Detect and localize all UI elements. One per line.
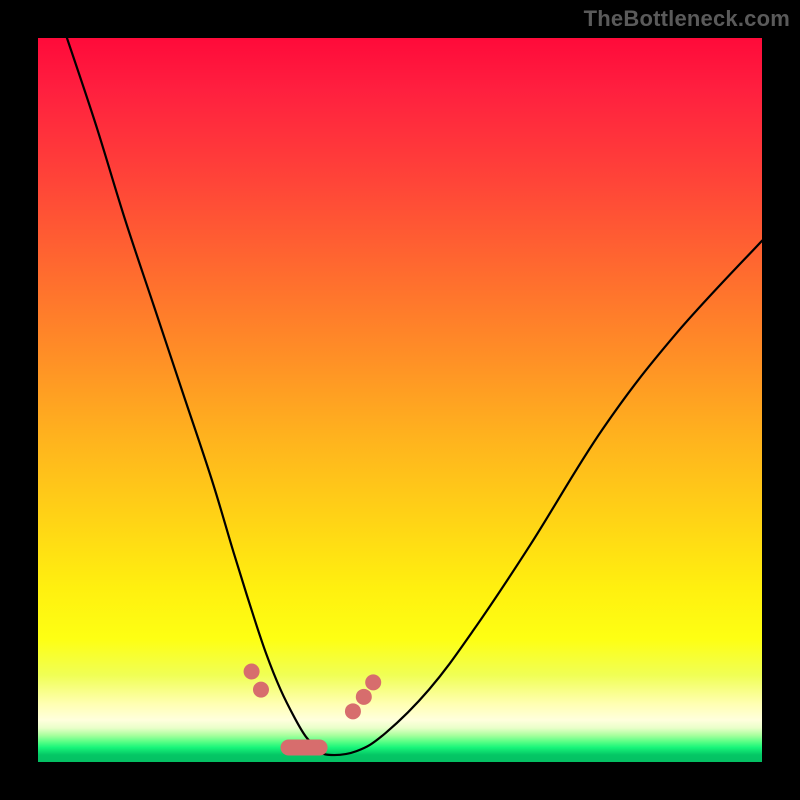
left-upper-dot — [244, 664, 260, 680]
markers-group — [244, 664, 382, 756]
plot-area — [38, 38, 762, 762]
watermark-text: TheBottleneck.com — [584, 6, 790, 32]
curve-svg — [38, 38, 762, 762]
trough-blob — [281, 740, 328, 756]
right-upper-dot — [365, 674, 381, 690]
right-mid-dot — [356, 689, 372, 705]
chart-frame: TheBottleneck.com — [0, 0, 800, 800]
left-mid-dot — [253, 682, 269, 698]
right-lower-dot — [345, 703, 361, 719]
bottleneck-curve — [67, 38, 762, 755]
